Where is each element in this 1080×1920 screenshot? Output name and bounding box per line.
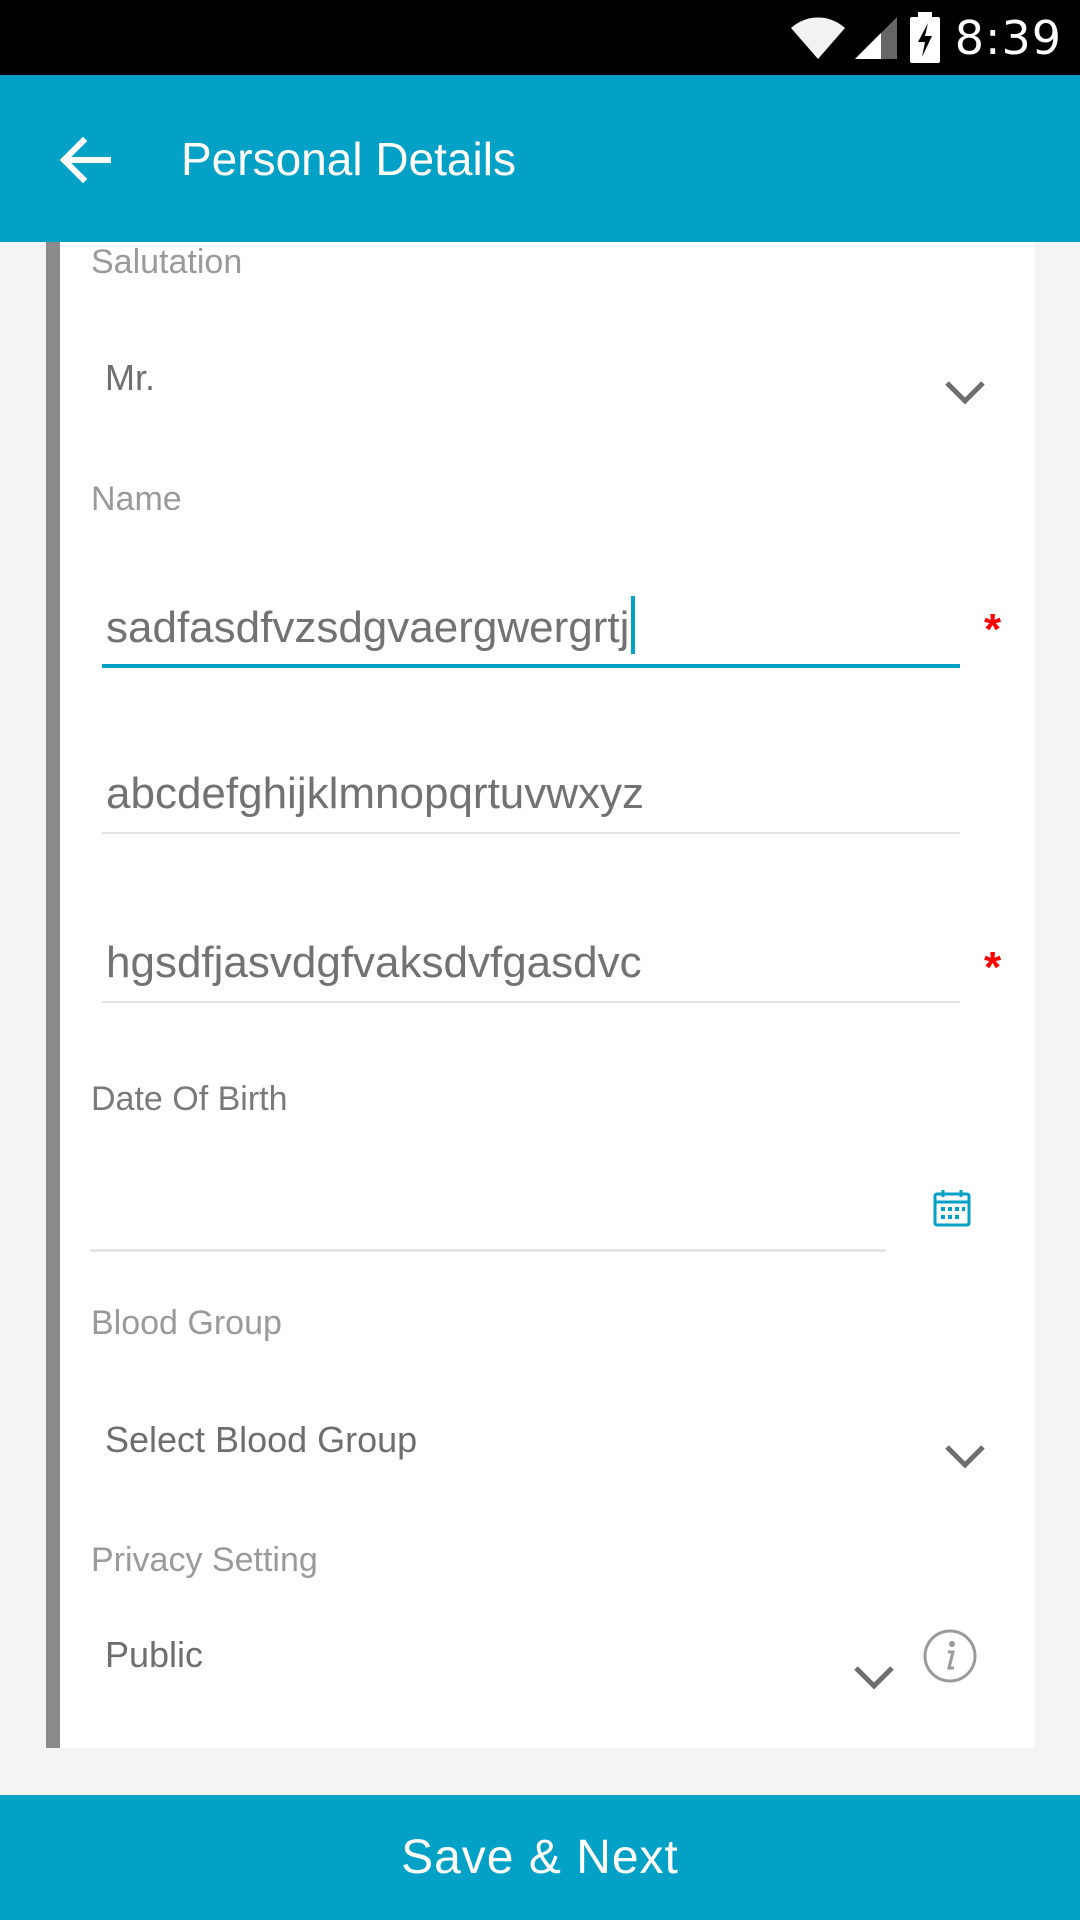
required-marker: *: [984, 943, 1002, 992]
app-bar: Personal Details: [0, 75, 1080, 242]
page-title: Personal Details: [181, 133, 516, 185]
last-name-field[interactable]: hgsdfjasvdgfvaksdvfgasdvc: [102, 923, 960, 1003]
salutation-value: Mr.: [105, 357, 155, 398]
first-name-underline: [102, 664, 960, 668]
clock: 8:39: [954, 11, 1062, 65]
chevron-down-icon: [945, 1445, 985, 1469]
status-bar: 8:39: [0, 0, 1080, 75]
date-of-birth-label: Date Of Birth: [91, 1080, 288, 1118]
arrow-left-icon: [59, 137, 111, 183]
date-of-birth-underline: [90, 1249, 886, 1252]
salutation-select[interactable]: Mr.: [105, 356, 985, 416]
middle-name-value: abcdefghijklmnopqrtuvwxyz: [106, 769, 645, 818]
name-label: Name: [91, 480, 182, 518]
last-name-underline: [102, 1001, 960, 1003]
blood-group-select[interactable]: Select Blood Group: [105, 1418, 985, 1478]
first-name-field[interactable]: sadfasdfvzsdgvaergwergrtj: [102, 588, 960, 668]
calendar-icon: [933, 1190, 971, 1227]
signal-icon: [854, 17, 897, 59]
text-cursor: [631, 596, 636, 654]
first-name-value: sadfasdfvzsdgvaergwergrtj: [106, 596, 636, 654]
card-accent-bar: [46, 242, 60, 1748]
battery-charging-icon: [909, 12, 940, 63]
blood-group-value: Select Blood Group: [105, 1419, 418, 1460]
privacy-setting-select[interactable]: Public: [105, 1633, 895, 1693]
last-name-value: hgsdfjasvdgfvaksdvfgasdvc: [106, 938, 642, 987]
middle-name-underline: [102, 832, 960, 834]
info-button[interactable]: [922, 1628, 978, 1684]
status-icons: 8:39: [789, 8, 1062, 68]
middle-name-field[interactable]: abcdefghijklmnopqrtuvwxyz: [102, 754, 960, 834]
privacy-setting-value: Public: [105, 1634, 204, 1675]
save-next-button[interactable]: Save & Next: [0, 1795, 1080, 1920]
date-of-birth-field[interactable]: [90, 1150, 886, 1252]
privacy-setting-label: Privacy Setting: [91, 1541, 318, 1579]
salutation-label: Salutation: [91, 243, 243, 281]
chevron-down-icon: [945, 381, 985, 405]
chevron-down-icon: [854, 1666, 894, 1690]
info-icon: [923, 1629, 977, 1683]
wifi-icon: [790, 17, 845, 59]
back-button[interactable]: [40, 115, 130, 205]
calendar-button[interactable]: [927, 1183, 977, 1233]
required-marker: *: [984, 605, 1002, 654]
blood-group-label: Blood Group: [91, 1304, 282, 1342]
